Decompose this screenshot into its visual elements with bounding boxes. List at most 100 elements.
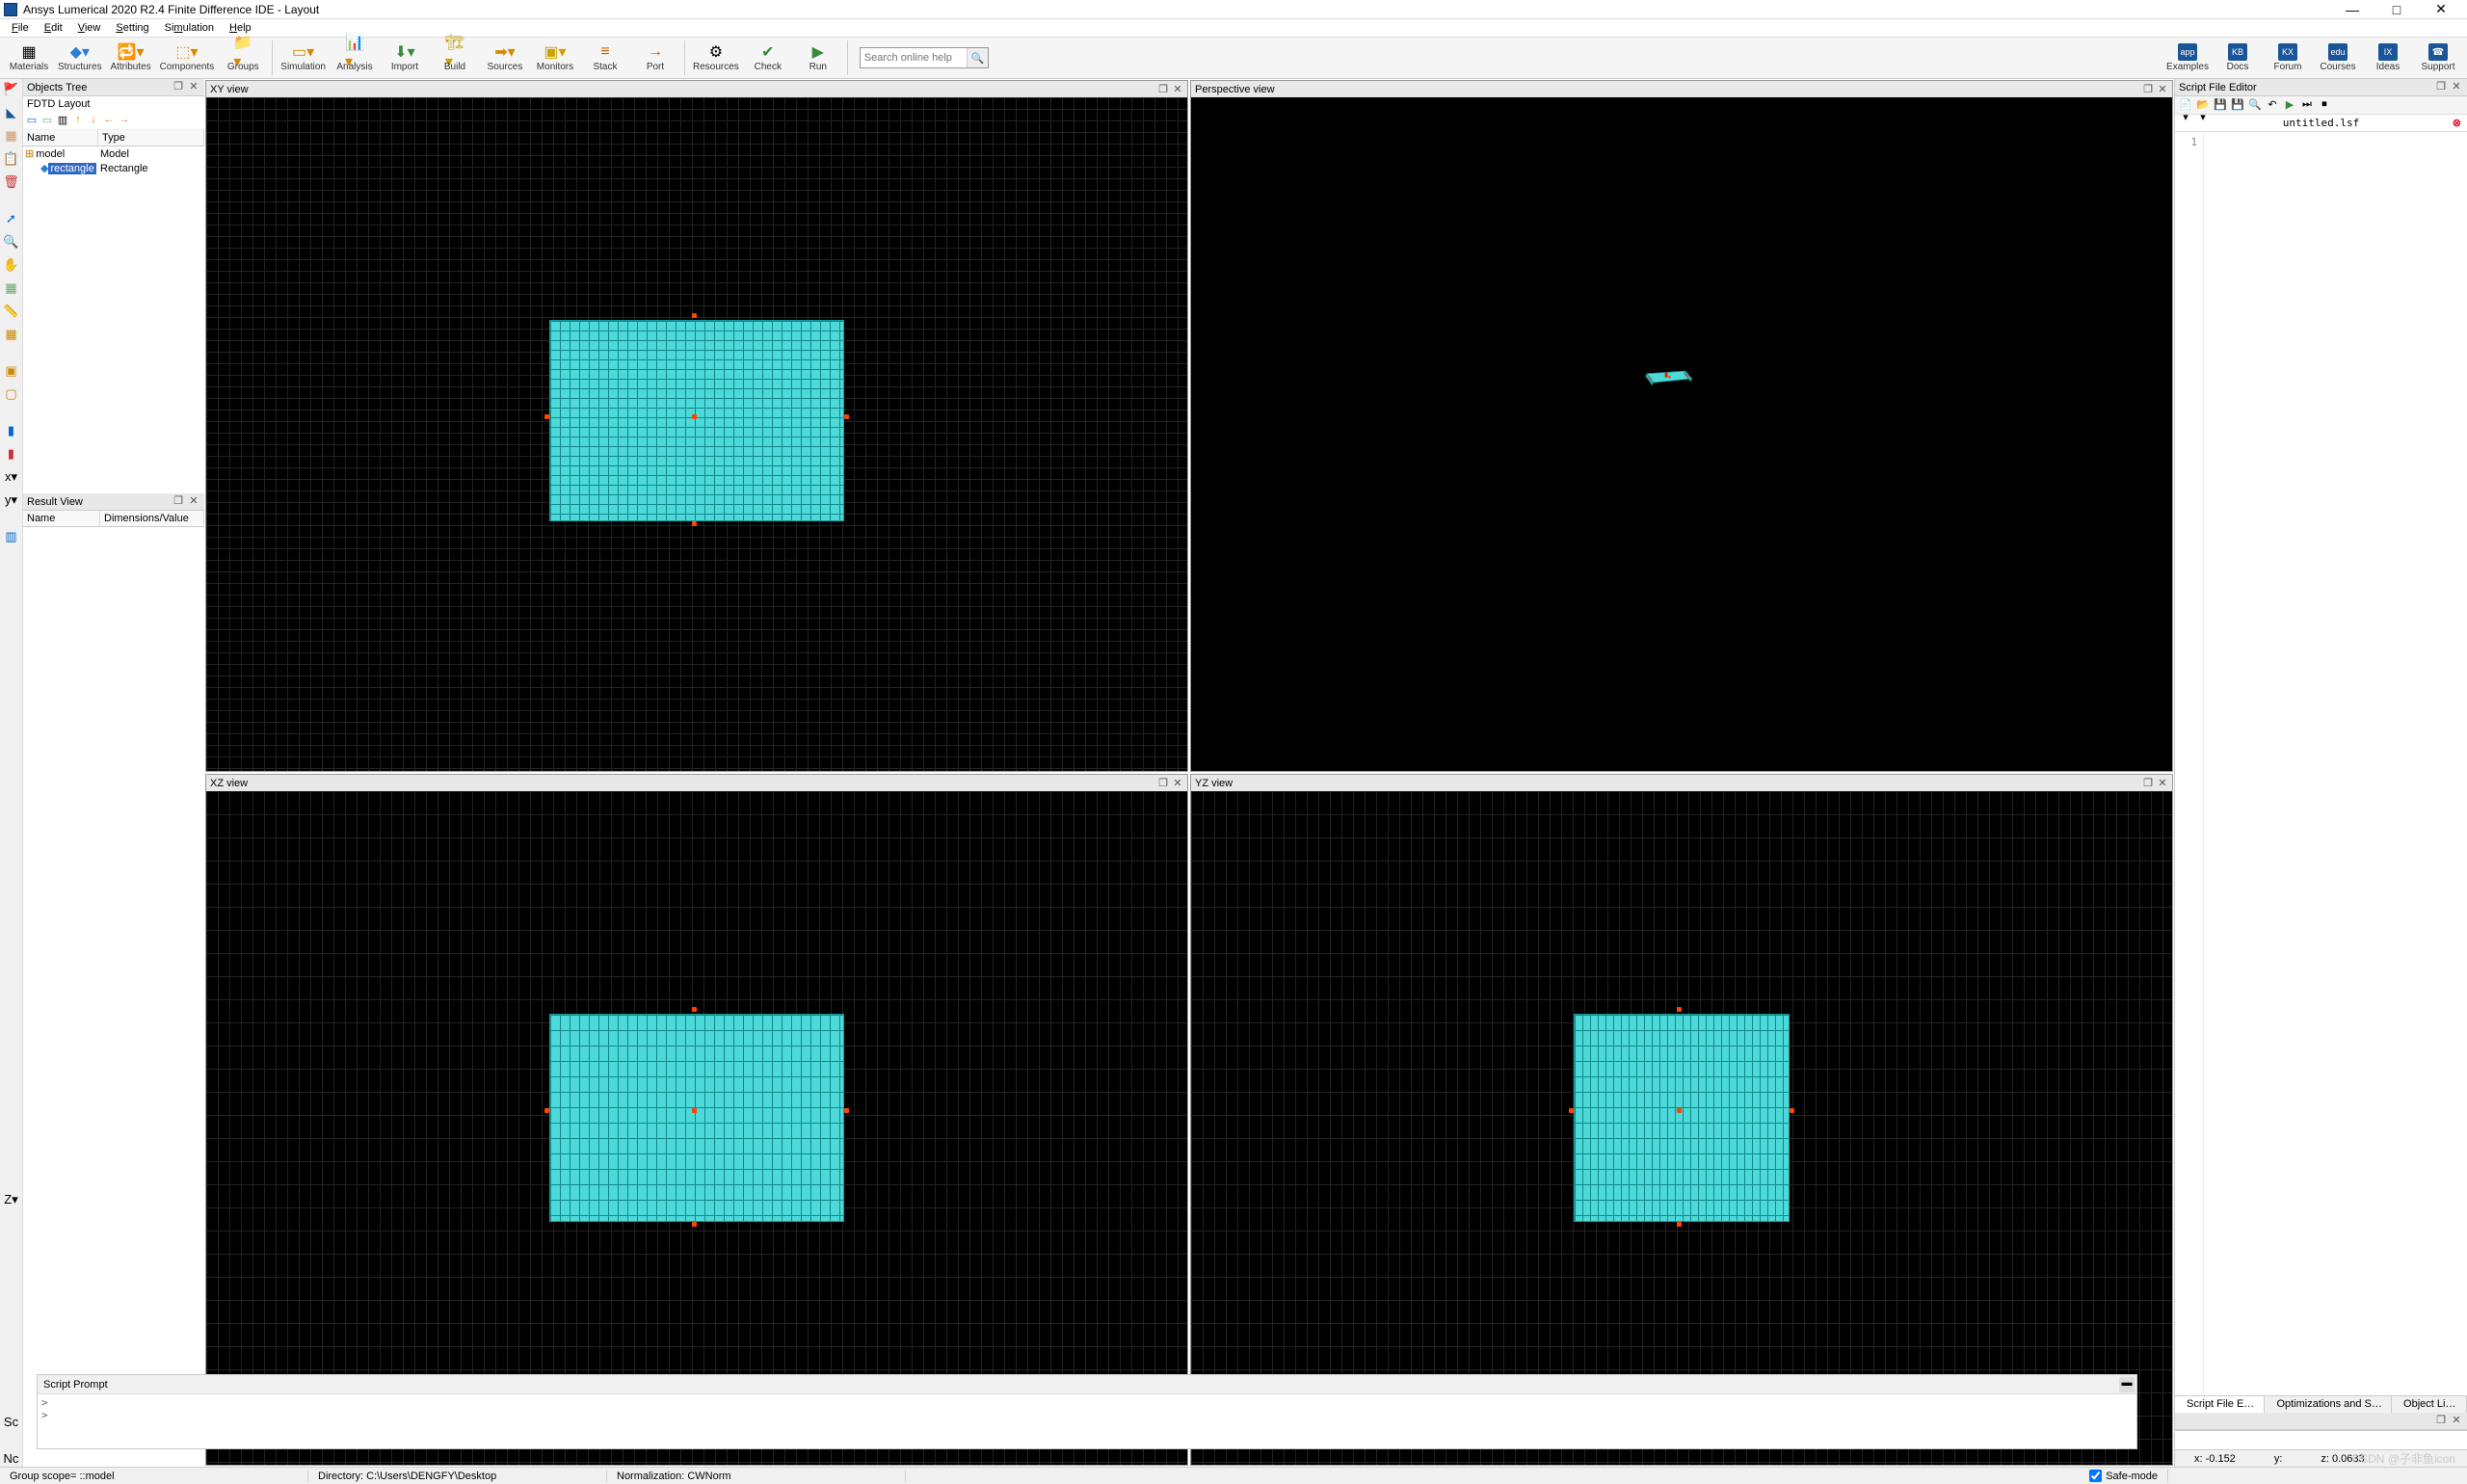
dock-icon[interactable]: ❐ [172, 81, 185, 94]
y-axis-icon[interactable]: y▾ [3, 491, 20, 509]
sc-icon[interactable]: Sc [3, 1413, 20, 1430]
dock-icon[interactable]: ❐ [2142, 777, 2154, 789]
save-icon[interactable]: 💾 [2214, 98, 2227, 112]
tab-script-file[interactable]: Script File E… [2175, 1396, 2265, 1413]
bar1-icon[interactable]: ▮ [3, 422, 20, 439]
hand-icon[interactable]: ✋ [3, 256, 20, 274]
view1-icon[interactable]: ▣ [3, 362, 20, 380]
arrow-right-icon[interactable]: → [118, 114, 131, 127]
mesh-icon[interactable]: ▦ [3, 279, 20, 297]
tab-object-li[interactable]: Object Li… [2392, 1396, 2467, 1413]
step-icon[interactable]: ⏭ [2300, 98, 2314, 112]
menu-simulation[interactable]: Simulation [157, 22, 222, 34]
menu-edit[interactable]: Edit [37, 22, 70, 34]
safemode-input[interactable] [2089, 1470, 2102, 1482]
view2-icon[interactable]: ▢ [3, 385, 20, 403]
resources-button[interactable]: ⚙Resources [689, 38, 743, 78]
run-button[interactable]: ▶Run [793, 38, 843, 78]
forum-button[interactable]: KXForum [2263, 38, 2313, 78]
close-panel-icon[interactable]: ✕ [187, 81, 200, 94]
dock-icon[interactable]: ❐ [172, 495, 185, 509]
script-prompt-body[interactable]: >> [38, 1394, 2136, 1448]
import-button[interactable]: ⬇▾Import [380, 38, 430, 78]
groups-button[interactable]: 📁▾Groups [218, 38, 268, 78]
arrow-up-icon[interactable]: ↑ [71, 114, 85, 127]
tab-optimizations[interactable]: Optimizations and S… [2265, 1396, 2392, 1413]
grid-icon[interactable]: ▦ [3, 127, 20, 145]
x-axis-icon[interactable]: x▾ [3, 468, 20, 486]
viewport-yz[interactable]: YZ view❐✕ [1190, 774, 2173, 1466]
editor-body[interactable]: 1 [2175, 132, 2467, 1395]
script-prompt-close-icon[interactable]: ▬ [2119, 1377, 2135, 1392]
courses-button[interactable]: eduCourses [2313, 38, 2363, 78]
search-box[interactable]: 🔍 [860, 47, 989, 68]
safemode-checkbox[interactable]: Safe-mode [2080, 1470, 2168, 1482]
chart-icon[interactable]: ▥ [3, 528, 20, 545]
copy-icon[interactable]: 📋 [3, 150, 20, 168]
close-icon[interactable]: ✕ [2157, 777, 2168, 789]
docs-button[interactable]: KBDocs [2213, 38, 2263, 78]
tree-row-rectangle[interactable]: ◆rectangle Rectangle [23, 161, 204, 175]
menu-view[interactable]: View [70, 22, 109, 34]
materials-button[interactable]: ▦Materials [4, 38, 54, 78]
triangle-icon[interactable]: ◣ [3, 104, 20, 121]
save-as-icon[interactable]: 💾 [2231, 98, 2244, 112]
close-icon[interactable]: ✕ [1172, 777, 1183, 789]
minimize-button[interactable]: — [2330, 0, 2374, 19]
dock-icon[interactable]: ❐ [2142, 83, 2154, 95]
tree-row-model[interactable]: ⊞model Model [23, 146, 204, 161]
tree-tool-2[interactable]: ▭ [40, 114, 54, 127]
rectangle-shape[interactable] [549, 320, 843, 522]
close-panel-icon[interactable]: ✕ [187, 495, 200, 509]
sources-button[interactable]: ➡▾Sources [480, 38, 530, 78]
close-panel-icon[interactable]: ✕ [2450, 1415, 2463, 1428]
tree-col-name[interactable]: Name [23, 130, 98, 146]
viewport-xz[interactable]: XZ view❐✕ [205, 774, 1188, 1466]
viewport-perspective[interactable]: Perspective view❐✕ [1190, 80, 2173, 772]
attributes-button[interactable]: 🔁▾Attributes [106, 38, 156, 78]
arrow-down-icon[interactable]: ↓ [87, 114, 100, 127]
menu-setting[interactable]: Setting [108, 22, 156, 34]
simulation-button[interactable]: ▭▾Simulation [277, 38, 330, 78]
support-button[interactable]: ☎Support [2413, 38, 2463, 78]
search-input[interactable] [861, 52, 967, 64]
ruler-icon[interactable]: 📏 [3, 303, 20, 320]
maximize-button[interactable]: □ [2374, 0, 2419, 19]
pointer-icon[interactable]: ➚ [3, 210, 20, 227]
close-panel-icon[interactable]: ✕ [2450, 81, 2463, 94]
editor-tab[interactable]: untitled.lsf ⊗ [2175, 115, 2467, 132]
monitors-button[interactable]: ▣▾Monitors [530, 38, 580, 78]
nc-icon[interactable]: Nc [3, 1449, 20, 1467]
tree-tool-3[interactable]: ▥ [56, 114, 69, 127]
undo-icon[interactable]: ↶ [2266, 98, 2279, 112]
close-icon[interactable]: ✕ [2157, 83, 2168, 95]
dock-icon[interactable]: ❐ [1157, 83, 1169, 95]
port-button[interactable]: →Port [630, 38, 680, 78]
check-button[interactable]: ✔Check [743, 38, 793, 78]
tree-tool-1[interactable]: ▭ [25, 114, 39, 127]
build-button[interactable]: 🏗▾Build [430, 38, 480, 78]
new-file-icon[interactable]: 📄▾ [2179, 98, 2192, 112]
dock-icon[interactable]: ❐ [1157, 777, 1169, 789]
open-file-icon[interactable]: 📂▾ [2196, 98, 2210, 112]
examples-button[interactable]: appExamples [2162, 38, 2213, 78]
rectangle-shape[interactable] [1574, 1014, 1790, 1223]
result-col-dims[interactable]: Dimensions/Value [100, 511, 204, 526]
dock-icon[interactable]: ❐ [2434, 81, 2448, 94]
ideas-button[interactable]: IXIdeas [2363, 38, 2413, 78]
snap-icon[interactable]: ▦ [3, 326, 20, 343]
code-area[interactable] [2204, 132, 2467, 1395]
flag-icon[interactable]: 🚩 [3, 81, 20, 98]
tab-close-icon[interactable]: ⊗ [2453, 117, 2461, 129]
stack-button[interactable]: ≡Stack [580, 38, 630, 78]
menu-file[interactable]: File [4, 22, 37, 34]
z-script-icon[interactable]: Z▾ [3, 1191, 20, 1208]
viewport-xy[interactable]: XY view❐✕ [205, 80, 1188, 772]
result-col-name[interactable]: Name [23, 511, 100, 526]
rectangle-shape[interactable] [549, 1014, 843, 1223]
delete-icon[interactable]: 🗑 [3, 173, 20, 191]
structures-button[interactable]: ◆▾Structures [54, 38, 106, 78]
bar2-icon[interactable]: ▮ [3, 445, 20, 463]
close-icon[interactable]: ✕ [1172, 83, 1183, 95]
search-icon[interactable]: 🔍 [967, 48, 988, 67]
